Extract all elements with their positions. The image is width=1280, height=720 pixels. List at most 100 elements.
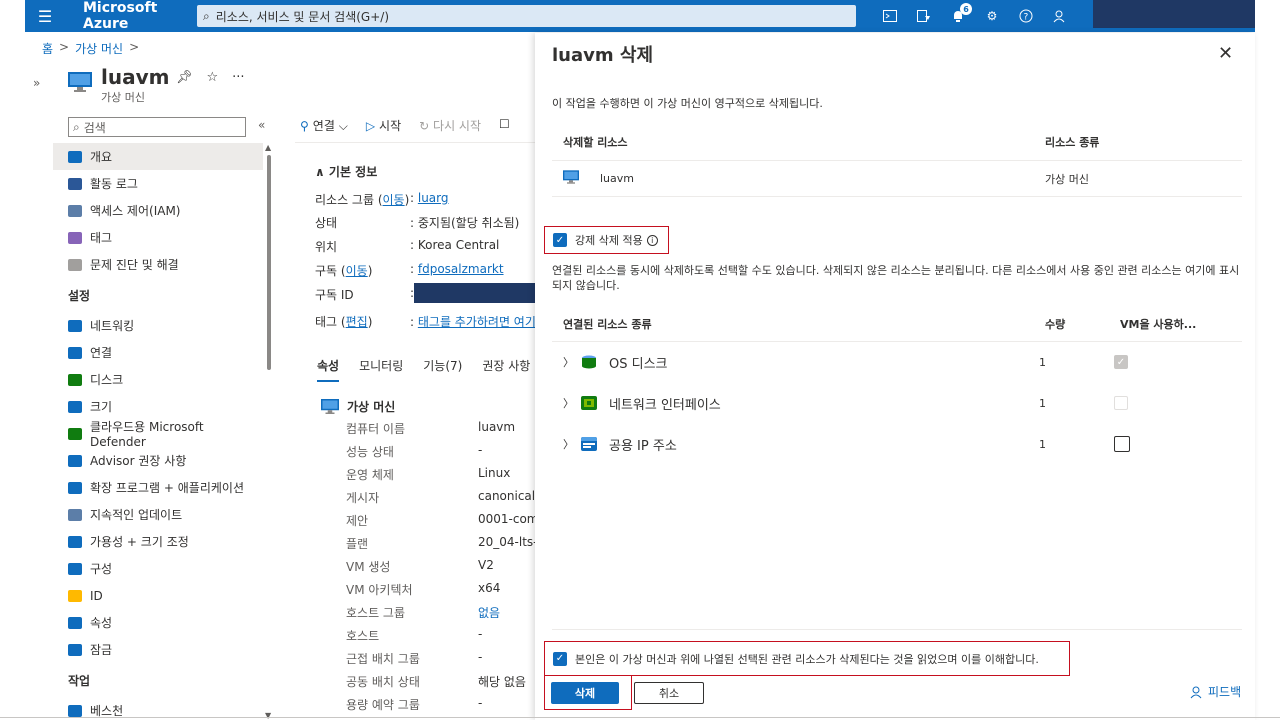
vm-toolbar: ⚲ 연결 ⌵ ▷ 시작 ↻ 다시 시작 ☐ [300,117,510,134]
breadcrumb-vms[interactable]: 가상 머신 [75,40,123,57]
breadcrumb-home[interactable]: 홈 [42,40,53,57]
force-delete-checkbox[interactable]: ✓ [553,233,567,247]
nav-item-overview[interactable]: 개요 [53,143,263,170]
footer-divider [552,629,1242,630]
breadcrumb: 홈 > 가상 머신 > [42,40,139,57]
nav-item-iam[interactable]: 액세스 제어(IAM) [53,197,263,224]
sub-value-link[interactable]: fdposalzmarkt [418,262,504,276]
advisor-cloud-icon [68,454,82,467]
column-header-resource: 삭제할 리소스 [563,136,628,149]
table-row: luavm 가상 머신 [563,170,1233,187]
global-search-input[interactable]: ⌕ 리소스, 서비스 및 문서 검색(G+/) [197,5,856,27]
notifications-bell-icon[interactable]: 6 [941,0,975,32]
rg-move-link[interactable]: 이동 [383,193,405,207]
settings-gear-icon[interactable]: ⚙ [975,0,1009,32]
pin-icon[interactable]: 📌︎ [176,70,193,85]
breadcrumb-separator: > [59,40,70,54]
bottom-divider [0,717,1280,718]
table-divider [552,341,1242,342]
nav-item-identity[interactable]: ID [53,582,263,609]
nav-item-networking[interactable]: 네트워킹 [53,312,263,339]
nav-item-properties[interactable]: 속성 [53,609,263,636]
nav-item-advisor[interactable]: Advisor 권장 사항 [53,447,263,474]
nav-item-defender[interactable]: 클라우드용 Microsoft Defender [53,420,263,449]
hamburger-menu-icon[interactable]: ☰ [25,0,65,32]
cancel-button[interactable]: 취소 [634,682,704,704]
restart-button[interactable]: ↻ 다시 시작 [419,117,481,134]
more-options-icon[interactable]: ··· [232,70,244,85]
nav-item-availability[interactable]: 가용성 + 크기 조정 [53,528,263,555]
close-icon[interactable]: ✕ [1218,43,1233,64]
scroll-down-icon[interactable]: ▼ [265,711,271,720]
nav-search-input[interactable]: ⌕ 검색 [68,117,246,137]
help-icon[interactable]: ? [1009,0,1043,32]
nav-item-extensions[interactable]: 확장 프로그램 + 애플리케이션 [53,474,263,501]
start-label: 시작 [379,119,402,133]
in-use-checkbox[interactable] [1114,436,1130,452]
prop-value-link[interactable]: 없음 [478,604,500,621]
prop-value: - [478,443,483,457]
scrollbar-thumb[interactable] [267,155,271,370]
prop-row: 컴퓨터 이름 luavm [346,420,515,437]
nav-item-activity-log[interactable]: 활동 로그 [53,170,263,197]
sub-move-link[interactable]: 이동 [346,264,368,278]
subid-label: 구독 ID [315,288,354,302]
prop-key: VM 생성 [346,560,391,574]
linked-resource-row-os-disk: 〉 OS 디스크 1 ✓ [563,350,1233,374]
nav-item-disks[interactable]: 디스크 [53,366,263,393]
account-area-redacted[interactable] [1093,0,1255,28]
scroll-up-icon[interactable]: ▲ [265,143,271,152]
favorite-star-icon[interactable]: ☆ [207,70,219,85]
expand-chevron-icon[interactable]: 〉 [563,436,581,452]
directory-filter-icon[interactable] [907,0,941,32]
confirm-delete-option[interactable]: ✓ 본인은 이 가상 머신과 위에 나열된 선택된 관련 리소스가 삭제된다는 … [544,641,1070,676]
notification-count-badge: 6 [960,3,972,15]
properties-section-title: 가상 머신 [321,398,395,415]
confirm-delete-checkbox[interactable]: ✓ [553,651,567,666]
title-actions: 📌︎ ☆ ··· [176,70,245,85]
expand-chevron-icon[interactable]: 〉 [563,354,581,370]
force-delete-option[interactable]: ✓ 강제 삭제 적용 i [544,226,669,254]
tags-edit-link[interactable]: 편집 [346,315,368,329]
feedback-link[interactable]: 피드백 [1190,683,1241,700]
nav-item-label: 구성 [90,562,113,576]
connect-button[interactable]: ⚲ 연결 ⌵ [300,117,348,134]
extensions-icon [68,481,82,494]
stop-square-icon[interactable]: ☐ [499,117,510,134]
essentials-subscription: 구독 (이동) : fdposalzmarkt [315,262,504,279]
resource-menu: 개요 활동 로그 액세스 제어(IAM) 태그 문제 진단 및 해결 설정 네트… [53,143,263,720]
nav-scrollbar[interactable]: ▲ ▼ [265,143,273,720]
info-icon[interactable]: i [646,234,658,246]
tab-recommendations[interactable]: 권장 사항 [482,357,530,382]
nav-item-configuration[interactable]: 구성 [53,555,263,582]
essentials-value: : luarg [410,191,449,205]
tab-capabilities[interactable]: 기능(7) [423,357,462,382]
search-icon: ⌕ [203,8,210,23]
delete-button[interactable]: 삭제 [551,682,619,704]
brand-logo[interactable]: Microsoft Azure [83,0,193,32]
disk-icon [68,373,82,386]
nav-item-tags[interactable]: 태그 [53,224,263,251]
tab-properties[interactable]: 속성 [317,357,340,382]
expand-menu-icon[interactable]: » [33,76,40,90]
table-divider [552,196,1242,197]
nav-item-size[interactable]: 크기 [53,393,263,420]
start-button[interactable]: ▷ 시작 [366,117,401,134]
expand-chevron-icon[interactable]: 〉 [563,395,581,411]
nav-item-label: 디스크 [90,373,124,387]
wrench-icon [68,258,82,271]
nav-item-connect[interactable]: 연결 [53,339,263,366]
essentials-value: : fdposalzmarkt [410,262,504,276]
essentials-header[interactable]: ∧ 기본 정보 [315,163,377,180]
tab-monitoring[interactable]: 모니터링 [359,357,403,382]
tags-add-link[interactable]: 태그를 추가하려면 여기 [418,315,536,329]
nav-item-locks[interactable]: 잠금 [53,636,263,663]
cloud-shell-icon[interactable] [873,0,907,32]
nav-item-diagnose[interactable]: 문제 진단 및 해결 [53,251,263,278]
collapse-nav-icon[interactable]: « [258,118,265,132]
delete-vm-panel: luavm 삭제 ✕ 이 작업을 수행하면 이 가상 머신이 영구적으로 삭제됩… [535,33,1255,720]
sub-label: 구독 [315,264,338,278]
nav-item-updates[interactable]: 지속적인 업데이트 [53,501,263,528]
feedback-icon[interactable] [1043,0,1077,32]
rg-value-link[interactable]: luarg [418,191,449,205]
